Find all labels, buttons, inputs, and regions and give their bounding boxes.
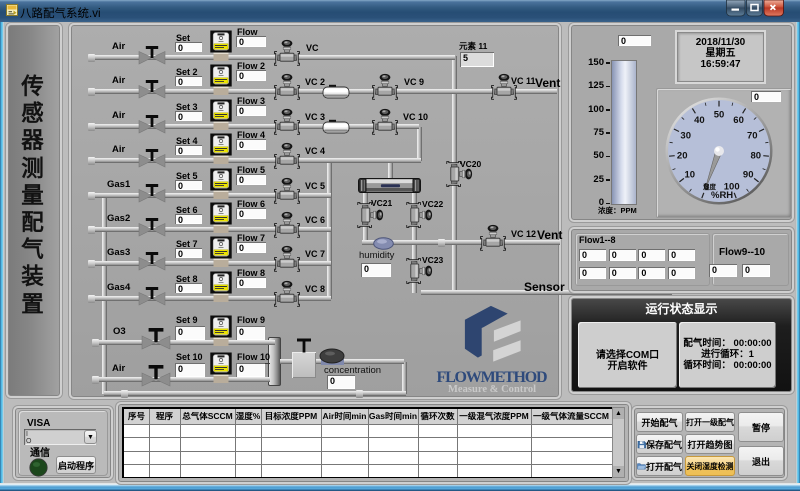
svg-text:10: 10 xyxy=(685,169,696,180)
svg-text:%RH: %RH xyxy=(711,190,733,201)
svg-text:30: 30 xyxy=(680,130,691,141)
svg-text:90: 90 xyxy=(743,169,754,180)
svg-text:60: 60 xyxy=(733,115,744,126)
svg-text:20: 20 xyxy=(677,150,688,161)
svg-text:80: 80 xyxy=(751,150,762,161)
svg-text:Measure & Control: Measure & Control xyxy=(448,384,536,395)
svg-text:40: 40 xyxy=(694,115,705,126)
svg-text:50: 50 xyxy=(714,110,725,121)
svg-text:70: 70 xyxy=(747,130,758,141)
